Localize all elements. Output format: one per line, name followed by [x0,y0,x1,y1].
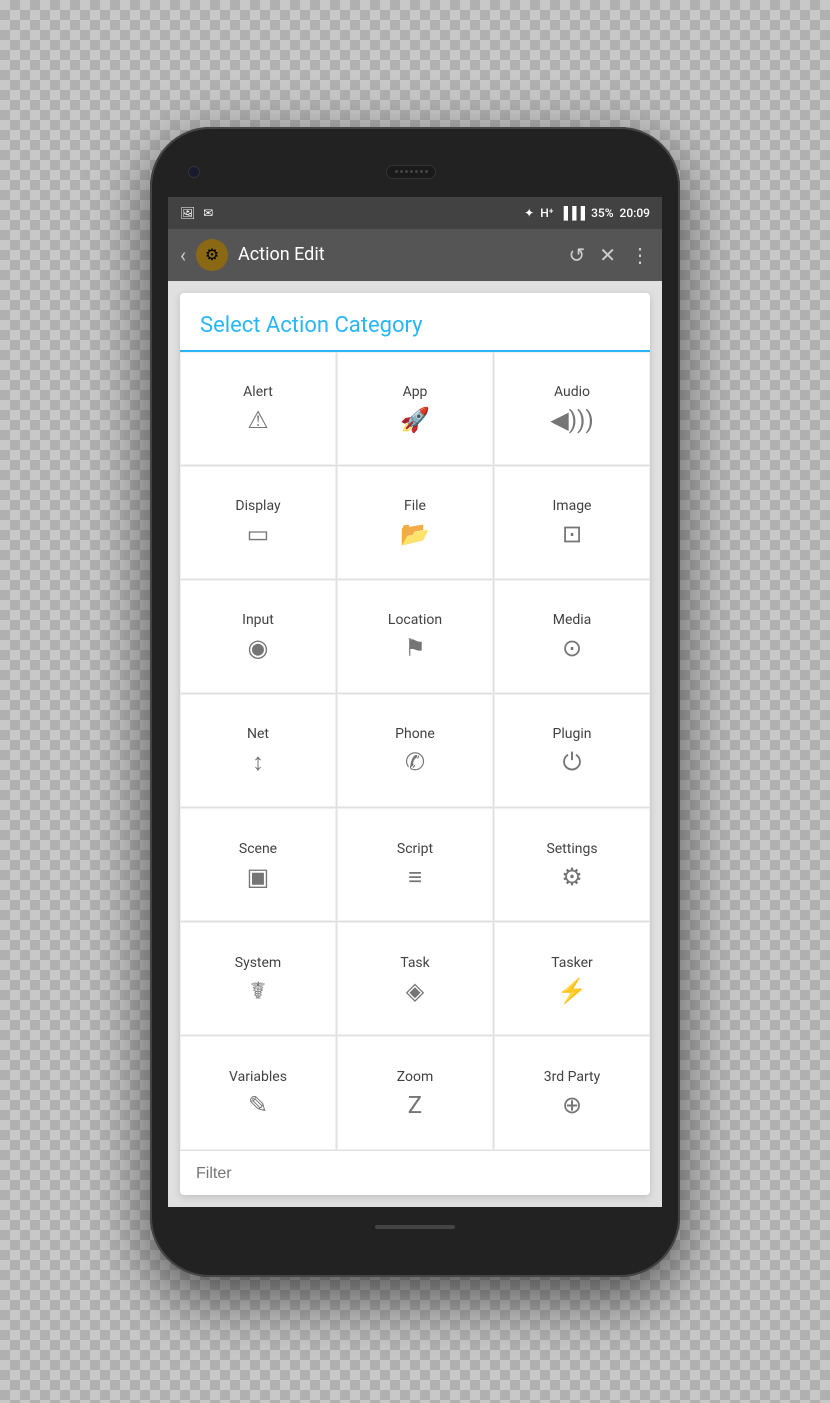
category-icon-task: ◈ [406,979,424,1003]
category-cell-file[interactable]: File 📂 [337,466,493,579]
category-label-script: Script [397,841,433,857]
app-toolbar: ‹ ⚙ Action Edit ↺ ✕ ⋮ [168,229,662,281]
category-label-settings: Settings [546,841,597,857]
bars-icon: ▐▐▐ [560,206,586,220]
category-cell-net[interactable]: Net ↕ [180,694,336,807]
category-label-tasker: Tasker [551,955,593,971]
category-cell-phone[interactable]: Phone ✆ [337,694,493,807]
category-cell-plugin[interactable]: Plugin ⏻ [494,694,650,807]
category-label-file: File [404,498,426,514]
category-label-image: Image [553,498,592,514]
status-left-icons: 🖼 ✉ [180,206,213,220]
phone-screen: 🖼 ✉ ✦ H⁺ ▐▐▐ 35% 20:09 ‹ ⚙ Action Edit ↺… [168,197,662,1207]
category-cell-settings[interactable]: Settings ⚙ [494,808,650,921]
category-label-net: Net [247,726,269,742]
dialog-title: Select Action Category [200,313,630,338]
category-label-phone: Phone [395,726,435,742]
category-icon-file: 📂 [400,522,430,546]
speaker-grille [386,165,436,179]
filter-bar [180,1150,650,1195]
category-icon-plugin: ⏻ [563,750,582,774]
category-label-media: Media [553,612,592,628]
bluetooth-icon: ✦ [524,206,534,220]
app-icon: ⚙ [196,239,228,271]
phone-top-bar [168,147,662,197]
category-cell-image[interactable]: Image ⊡ [494,466,650,579]
category-icon-net: ↕ [252,750,264,774]
category-label-scene: Scene [239,841,277,857]
main-content: Select Action Category Alert ⚠ App 🚀 Audio ◀)… [168,281,662,1207]
status-right-icons: ✦ H⁺ ▐▐▐ 35% 20:09 [524,206,650,220]
time-display: 20:09 [620,206,650,220]
category-icon-location: ⚑ [404,636,426,660]
dialog-card: Select Action Category Alert ⚠ App 🚀 Audio ◀)… [180,293,650,1195]
home-indicator [375,1225,455,1229]
category-cell-display[interactable]: Display ▭ [180,466,336,579]
category-icon-alert: ⚠ [247,408,269,432]
status-bar: 🖼 ✉ ✦ H⁺ ▐▐▐ 35% 20:09 [168,197,662,229]
category-cell-zoom[interactable]: Zoom Z [337,1036,493,1149]
camera-area [188,166,200,178]
back-button[interactable]: ‹ [180,243,186,267]
category-cell-alert[interactable]: Alert ⚠ [180,352,336,465]
category-label-system: System [235,955,281,971]
category-icon-media: ⊙ [562,636,582,660]
close-button[interactable]: ✕ [599,243,616,267]
toolbar-actions: ↺ ✕ ⋮ [568,243,650,267]
phone-device: 🖼 ✉ ✦ H⁺ ▐▐▐ 35% 20:09 ‹ ⚙ Action Edit ↺… [150,127,680,1277]
category-icon-display: ▭ [247,522,270,546]
category-label-location: Location [388,612,442,628]
category-cell-audio[interactable]: Audio ◀))) [494,352,650,465]
category-icon-3rd-party: ⊕ [562,1093,582,1117]
category-icon-scene: ▣ [247,865,270,889]
category-icon-audio: ◀))) [550,408,594,432]
category-icon-variables: ✎ [248,1093,268,1117]
category-cell-3rd-party[interactable]: 3rd Party ⊕ [494,1036,650,1149]
mail-status-icon: ✉ [203,206,213,220]
category-label-task: Task [400,955,430,971]
category-label-zoom: Zoom [397,1069,434,1085]
filter-input[interactable] [196,1165,634,1183]
category-cell-system[interactable]: System ☤ [180,922,336,1035]
category-cell-variables[interactable]: Variables ✎ [180,1036,336,1149]
toolbar-title: Action Edit [238,244,558,265]
category-icon-app: 🚀 [400,408,430,432]
category-label-alert: Alert [243,384,273,400]
category-grid: Alert ⚠ App 🚀 Audio ◀))) Display ▭ File 📂 Image ⊡ In… [180,352,650,1150]
category-label-plugin: Plugin [553,726,592,742]
category-icon-script: ≡ [408,865,422,889]
category-icon-settings: ⚙ [561,865,583,889]
category-icon-input: ◉ [248,636,269,660]
category-icon-zoom: Z [408,1093,422,1117]
category-label-variables: Variables [229,1069,287,1085]
refresh-button[interactable]: ↺ [568,243,585,267]
dialog-header: Select Action Category [180,293,650,352]
category-icon-system: ☤ [250,979,266,1003]
phone-bottom [375,1207,455,1247]
more-button[interactable]: ⋮ [630,243,650,267]
category-cell-location[interactable]: Location ⚑ [337,580,493,693]
category-cell-script[interactable]: Script ≡ [337,808,493,921]
category-cell-app[interactable]: App 🚀 [337,352,493,465]
category-icon-tasker: ⚡ [557,979,587,1003]
category-cell-media[interactable]: Media ⊙ [494,580,650,693]
category-icon-image: ⊡ [562,522,582,546]
category-label-audio: Audio [554,384,590,400]
category-cell-scene[interactable]: Scene ▣ [180,808,336,921]
category-cell-task[interactable]: Task ◈ [337,922,493,1035]
category-cell-input[interactable]: Input ◉ [180,580,336,693]
category-label-display: Display [235,498,280,514]
front-camera [188,166,200,178]
signal-icon: H⁺ [540,206,553,220]
category-icon-phone: ✆ [405,750,425,774]
category-cell-tasker[interactable]: Tasker ⚡ [494,922,650,1035]
image-status-icon: 🖼 [180,206,195,220]
category-label-app: App [403,384,428,400]
app-icon-glyph: ⚙ [205,245,219,264]
category-label-3rd-party: 3rd Party [544,1069,601,1085]
battery-icon: 35% [591,206,613,220]
category-label-input: Input [242,612,274,628]
